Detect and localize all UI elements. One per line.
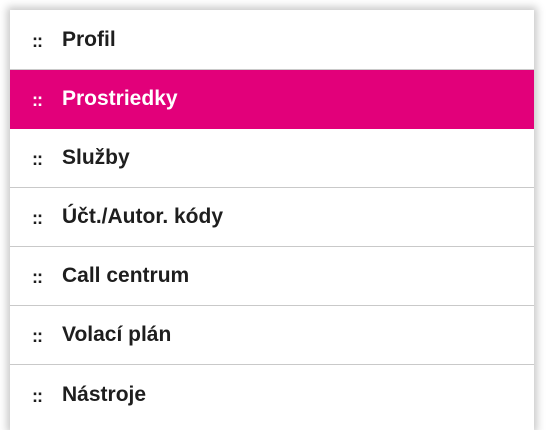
menu-item-label: Call centrum bbox=[62, 264, 190, 287]
menu-item-label: Profil bbox=[62, 27, 116, 51]
bullet-icon: :: bbox=[32, 267, 43, 287]
menu-item-label: Služby bbox=[62, 146, 130, 169]
menu-item-profil[interactable]: :: Profil bbox=[10, 10, 534, 70]
menu-item-ucet-autor-kody[interactable]: :: Účt./Autor. kódy bbox=[10, 188, 534, 247]
navigation-menu: :: Profil :: Prostriedky :: Služby :: Úč… bbox=[10, 10, 534, 430]
menu-item-call-centrum[interactable]: :: Call centrum bbox=[10, 247, 534, 306]
bullet-icon: :: bbox=[32, 386, 43, 406]
menu-item-label: Nástroje bbox=[62, 383, 147, 406]
menu-item-nastroje[interactable]: :: Nástroje bbox=[10, 365, 534, 425]
menu-item-volaci-plan[interactable]: :: Volací plán bbox=[10, 306, 534, 365]
menu-container: :: Profil :: Prostriedky :: Služby :: Úč… bbox=[0, 0, 546, 430]
menu-item-prostriedky[interactable]: :: Prostriedky bbox=[10, 70, 534, 129]
menu-item-label: Volací plán bbox=[62, 323, 172, 346]
bullet-icon: :: bbox=[32, 90, 43, 110]
menu-list: :: Profil :: Prostriedky :: Služby :: Úč… bbox=[10, 10, 534, 425]
menu-item-label: Prostriedky bbox=[62, 87, 178, 110]
menu-item-label: Účt./Autor. kódy bbox=[62, 205, 224, 228]
bullet-icon: :: bbox=[32, 30, 43, 51]
bullet-icon: :: bbox=[32, 208, 43, 228]
menu-item-sluzby[interactable]: :: Služby bbox=[10, 129, 534, 188]
bullet-icon: :: bbox=[32, 326, 43, 346]
bullet-icon: :: bbox=[32, 149, 43, 169]
